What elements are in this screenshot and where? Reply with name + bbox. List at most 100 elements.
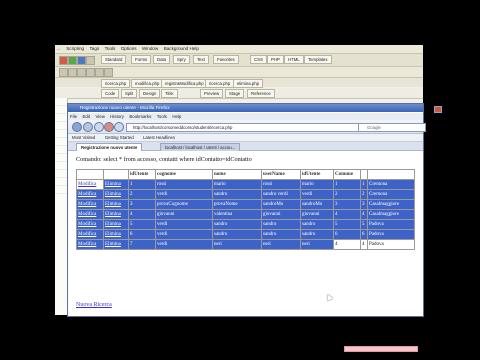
address-bar[interactable]: http://localhost/corsomeddcorso/studenti…: [126, 123, 359, 132]
new-search-link[interactable]: Nuova Ricerca: [76, 302, 112, 308]
home-icon[interactable]: [114, 122, 124, 132]
table-cell: provaNome: [212, 199, 262, 210]
table-cell: Modifica: [76, 179, 104, 190]
column-header: idUtente: [128, 169, 156, 180]
delete-link[interactable]: Elimina: [105, 212, 121, 217]
reload-icon[interactable]: [94, 122, 104, 132]
tab-php[interactable]: PHP: [267, 55, 284, 64]
editor-menu-item[interactable]: Background Help: [162, 45, 201, 52]
tab-localhost[interactable]: localhost / localhost / utenti / accou..…: [160, 143, 241, 151]
tab-html[interactable]: HTML: [284, 55, 304, 64]
bookmark-latest-headlines[interactable]: Latest Headlines: [139, 134, 179, 141]
editor-menu-item[interactable]: Scripting: [64, 45, 86, 52]
file-tab[interactable]: elimina.php: [233, 79, 263, 88]
tab-standard[interactable]: Standard: [101, 55, 127, 64]
design-view-button[interactable]: Design: [139, 89, 161, 98]
file-tab[interactable]: modifica.php: [131, 79, 164, 88]
table-cell: 3: [360, 199, 368, 210]
forward-icon[interactable]: [83, 122, 93, 132]
menu-edit[interactable]: Edit: [80, 113, 92, 120]
edit-link[interactable]: Modifica: [78, 192, 96, 197]
bookmark-getting-started[interactable]: Getting Started: [101, 134, 138, 141]
tab-favorites[interactable]: Favorites: [213, 55, 239, 64]
edit-link[interactable]: Modifica: [78, 212, 96, 217]
edit-link[interactable]: Modifica: [78, 222, 96, 227]
menu-file[interactable]: File: [68, 113, 79, 120]
delete-link[interactable]: Elimina: [105, 242, 121, 247]
delete-link[interactable]: Elimina: [105, 232, 121, 237]
editor-menu-item[interactable]: Tools: [103, 45, 118, 52]
file-tab[interactable]: registraModifica.php: [161, 79, 208, 88]
menu-history[interactable]: History: [108, 113, 126, 120]
table-cell: Modifica: [76, 209, 104, 220]
table-row: Modifica Elimina 7 verdi neri neri neri 4 4 Padov…: [76, 239, 415, 250]
file-tab[interactable]: ricerca.php: [205, 79, 235, 88]
table-cell: sandro: [212, 229, 262, 240]
stop-icon[interactable]: [104, 122, 114, 132]
bookmark-most-visited[interactable]: Most Visited: [68, 134, 99, 141]
preview-button[interactable]: Preview: [200, 89, 224, 98]
split-view-button[interactable]: Split: [121, 89, 138, 98]
table-cell: 4: [360, 209, 368, 220]
tab-css[interactable]: CSS: [250, 55, 267, 64]
back-icon[interactable]: [72, 122, 82, 132]
link-icon[interactable]: [68, 68, 77, 77]
play-icon[interactable]: [68, 56, 77, 65]
browser-menubar: File Edit View History Bookmarks Tools H…: [68, 113, 423, 120]
date-icon[interactable]: [104, 68, 113, 77]
column-header: Comune: [333, 169, 361, 180]
table-cell: neri: [261, 239, 301, 250]
navigation-toolbar: http://localhost/corsomeddcorso/studenti…: [68, 120, 426, 134]
tab-templates[interactable]: Templates: [304, 55, 332, 64]
editor-menu-item[interactable]: ...: [55, 45, 63, 52]
title-label: Title:: [161, 89, 179, 98]
menu-view[interactable]: View: [93, 113, 106, 120]
edit-link[interactable]: Modifica: [78, 242, 96, 247]
column-header: cognome: [155, 169, 213, 180]
code-view-button[interactable]: Code: [101, 89, 120, 98]
file-tab[interactable]: ricerca.php: [101, 79, 131, 88]
tab-registrazione[interactable]: Registrazione nuovo utente: [76, 143, 143, 151]
table-icon[interactable]: [77, 68, 86, 77]
table-row: Modifica Elimina 2 verdi sandro sandro verdi v…: [76, 189, 415, 200]
editor-menu-item[interactable]: Window: [140, 45, 160, 52]
menu-tools[interactable]: Tools: [155, 113, 169, 120]
stage-button[interactable]: Stage: [225, 89, 245, 98]
reference-button[interactable]: Reference: [247, 89, 275, 98]
table-cell: Padova: [367, 219, 415, 230]
delete-link[interactable]: Elimina: [105, 202, 121, 207]
editor-menu-item[interactable]: Options: [119, 45, 139, 52]
column-header: idUtente: [300, 169, 334, 180]
mouse-cursor-icon: [325, 293, 333, 301]
media-icon[interactable]: [95, 68, 104, 77]
table-cell: 5: [360, 219, 368, 230]
close-icon[interactable]: [59, 56, 68, 65]
table-row: Modifica Elimina 1 rossi mario rossi mario 1 1 Cr…: [76, 179, 415, 190]
tab-data[interactable]: Data: [153, 55, 171, 64]
tab-spry[interactable]: Spry: [173, 55, 190, 64]
tab-text[interactable]: Text: [193, 55, 209, 64]
table-cell: verdi: [155, 219, 213, 230]
delete-link[interactable]: Elimina: [105, 192, 121, 197]
editor-menu-item[interactable]: Tags: [88, 45, 102, 52]
search-input[interactable]: Google: [358, 123, 426, 132]
insert-icon[interactable]: [59, 68, 68, 77]
tab-forms[interactable]: Forms: [131, 55, 152, 64]
grid-icon[interactable]: [86, 56, 95, 65]
menu-bookmarks[interactable]: Bookmarks: [127, 113, 153, 120]
edit-link[interactable]: Modifica: [78, 202, 96, 207]
delete-link[interactable]: Elimina: [105, 182, 121, 187]
image-icon[interactable]: [86, 68, 95, 77]
table-cell: verdi: [300, 189, 334, 200]
close-icon[interactable]: [434, 106, 442, 113]
browser-window: Registrazione nuovo utente - Mozilla Fir…: [67, 103, 442, 352]
menu-help[interactable]: Help: [170, 113, 183, 120]
edit-link[interactable]: Modifica: [78, 182, 96, 187]
refresh-icon[interactable]: [77, 56, 86, 65]
query-text: Comando: select * from accesso, contatti…: [76, 156, 252, 163]
table-cell: 4: [333, 239, 361, 250]
table-cell: Elimina: [103, 229, 129, 240]
table-cell: 3: [128, 199, 156, 210]
edit-link[interactable]: Modifica: [78, 232, 96, 237]
delete-link[interactable]: Elimina: [105, 222, 121, 227]
